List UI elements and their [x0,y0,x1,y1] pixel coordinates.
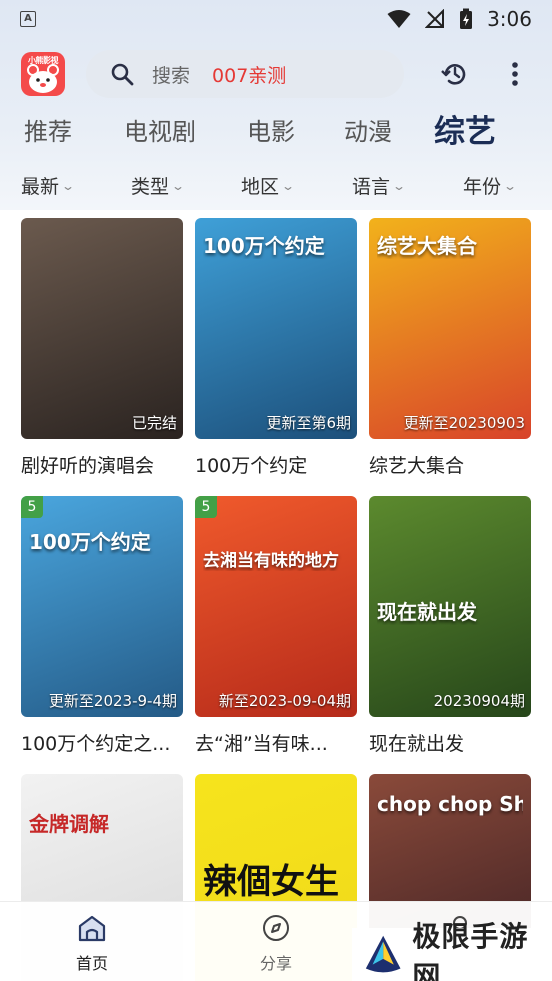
content-card[interactable]: 已完结 剧好听的演唱会 [21,218,183,478]
search-placeholder: 搜索 [152,64,191,87]
poster-image: 综艺大集合更新至20230903 [369,218,531,439]
poster-title: 100万个约定 [203,234,325,258]
poster-image: 100万个约定 5 更新至2023-9-4期 [21,496,183,717]
content-card[interactable]: 综艺大集合 更新至20230903 综艺大集合 [369,218,531,478]
content-card[interactable]: 100万个约定 5 更新至2023-9-4期 100万个约定之... [21,496,183,756]
nav-label: 首页 [75,954,108,973]
poster-title: 辣個女生 [203,862,339,902]
chevron-down-icon: ⌄ [61,178,76,193]
poster-title: 去湘当有味的地方 [203,551,339,571]
card-title: 现在就出发 [369,733,465,755]
no-signal-icon [425,9,445,28]
filter-bar: 最新 ⌄ 类型 ⌄ 地区 ⌄ 语言 ⌄ 年份 ⌄ [0,172,552,206]
content-card[interactable]: 去湘当有味的地方 5 新至2023-09-04期 去“湘”当有味... [195,496,357,756]
wifi-icon [387,10,411,28]
poster-image: 现在就出发 20230904期 [369,496,531,717]
category-tabs: 推荐 电视剧 电影 动漫 综艺 [0,112,552,160]
chevron-down-icon: ⌄ [281,178,296,193]
tab-anime[interactable]: 动漫 [344,112,392,147]
poster-title: 100万个约定 [29,530,151,554]
nav-label: 分享 [259,954,292,973]
poster-title: 综艺大集合 [377,234,477,258]
card-title: 100万个约定之... [21,733,171,755]
poster-image: 去湘当有味的地方 5 新至2023-09-04期 [195,496,357,717]
filter-year[interactable]: 年份 ⌄ [463,172,518,199]
tab-variety[interactable]: 综艺 [434,106,496,151]
filter-label: 语言 [352,176,391,198]
search-hint: 007亲测 [212,64,287,87]
history-icon [441,64,466,85]
app-header: 小熊影视 搜索 007亲测 [0,48,552,102]
card-title: 剧好听的演唱会 [21,455,155,477]
poster-title: 金牌调解 [29,812,109,836]
tab-movies[interactable]: 电影 [247,112,295,147]
more-options-button[interactable] [499,58,531,90]
history-button[interactable] [439,58,471,90]
poster-image: 已完结 [21,218,183,439]
card-title: 去“湘”当有味... [195,733,328,755]
filter-label: 最新 [21,176,60,198]
watermark-logo-icon [365,935,401,972]
filter-type[interactable]: 类型 ⌄ [131,172,186,199]
tab-tv-series[interactable]: 电视剧 [124,112,196,147]
site-watermark: 极限手游网 [352,920,552,981]
notification-icon: A [20,11,36,27]
update-status: 更新至第6期 [266,414,351,432]
filter-latest[interactable]: 最新 ⌄ [21,172,76,199]
compass-icon [263,915,289,941]
app-logo[interactable]: 小熊影视 [21,52,65,96]
bear-icon [27,64,59,93]
nav-home[interactable]: 首页 [42,914,142,974]
poster-image: 100万个约定更新至第6期 [195,218,357,439]
chevron-down-icon: ⌄ [503,178,518,193]
chevron-down-icon: ⌄ [392,178,407,193]
card-title: 综艺大集合 [369,455,465,477]
tab-recommend[interactable]: 推荐 [24,112,72,147]
poster-title: 现在就出发 [377,600,477,624]
nav-share[interactable]: 分享 [226,914,326,974]
filter-label: 类型 [131,176,170,198]
battery-charging-icon [460,8,473,29]
update-status: 新至2023-09-04期 [218,692,351,710]
update-status: 更新至20230903 [403,414,525,432]
filter-label: 地区 [241,176,280,198]
filter-language[interactable]: 语言 ⌄ [352,172,407,199]
rating-badge: 5 [195,496,217,518]
status-bar: A 3:06 [0,0,552,38]
content-card[interactable]: 100万个约定 更新至第6期 100万个约定 [195,218,357,478]
more-vertical-icon [512,62,518,86]
status-time: 3:06 [487,7,532,31]
card-title: 100万个约定 [195,455,308,477]
home-icon [78,915,106,942]
filter-label: 年份 [463,176,502,198]
watermark-text: 极限手游网 [412,919,529,981]
update-status: 更新至2023-9-4期 [48,692,177,710]
update-status: 已完结 [131,414,177,432]
update-status: 20230904期 [433,692,525,710]
chevron-down-icon: ⌄ [171,178,186,193]
search-icon [111,63,134,86]
poster-title: chop chop Show [377,792,523,816]
rating-badge: 5 [21,496,43,518]
content-card[interactable]: 现在就出发 20230904期 现在就出发 [369,496,531,756]
filter-region[interactable]: 地区 ⌄ [241,172,296,199]
search-bar[interactable]: 搜索 007亲测 [86,50,404,98]
